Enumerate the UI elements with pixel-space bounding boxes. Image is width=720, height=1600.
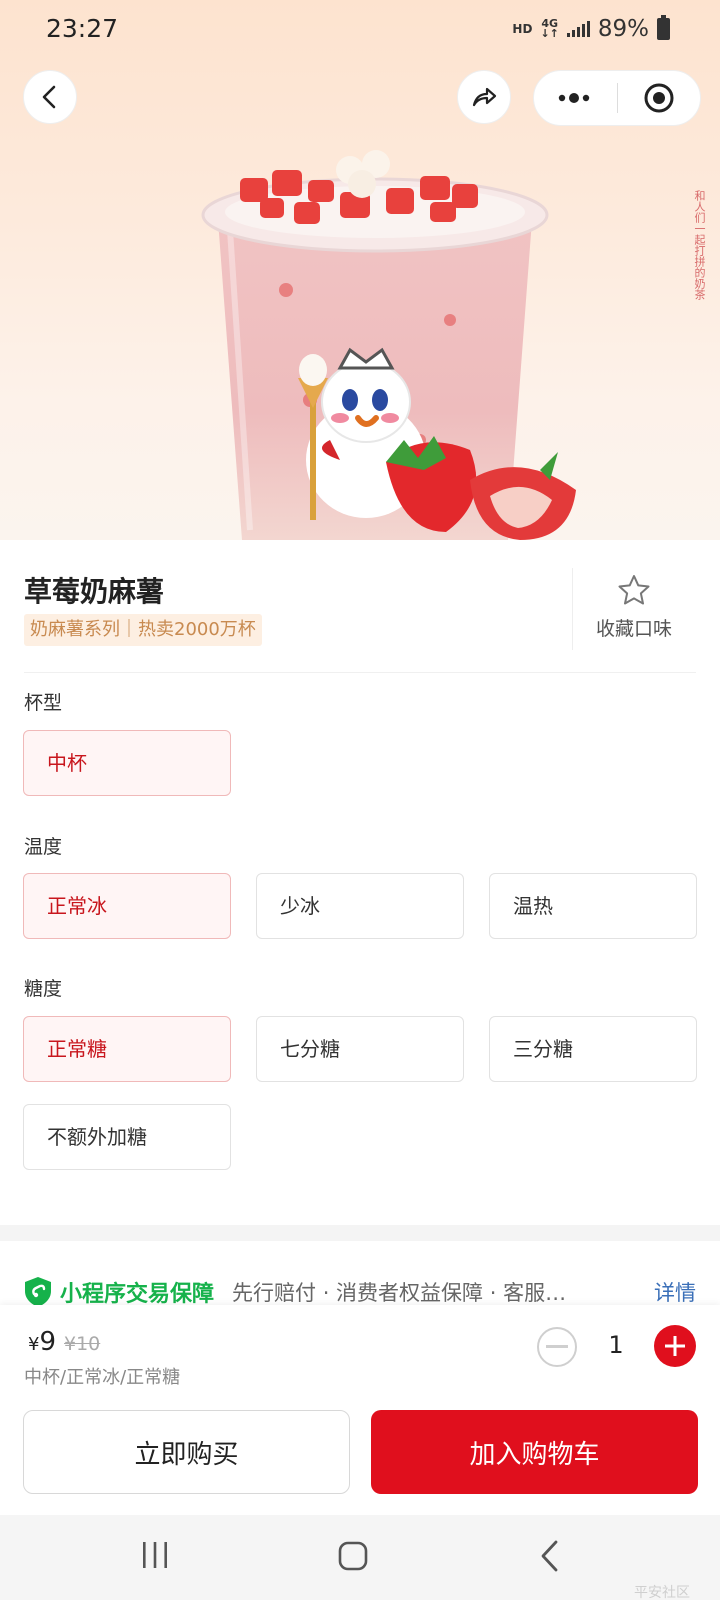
add-to-cart-button[interactable]: 加入购物车 xyxy=(371,1410,698,1494)
minus-icon xyxy=(546,1345,568,1348)
sugar-option-no-extra[interactable]: 不额外加糖 xyxy=(23,1104,231,1170)
buy-now-button[interactable]: 立即购买 xyxy=(23,1410,350,1494)
back-nav-icon[interactable] xyxy=(538,1540,562,1572)
chevron-left-icon xyxy=(42,85,56,109)
quantity-value: 1 xyxy=(608,1331,624,1359)
guarantee-description: 先行赔付 · 消费者权益保障 · 客服… xyxy=(232,1281,567,1305)
more-button[interactable] xyxy=(534,71,617,125)
network-indicator: 4G ↓↑ xyxy=(540,17,559,40)
cup-size-label: 杯型 xyxy=(24,692,63,714)
decrease-quantity-button[interactable] xyxy=(537,1327,577,1367)
favorite-label: 收藏口味 xyxy=(595,618,672,640)
share-icon xyxy=(472,87,497,107)
temp-option-normal-ice[interactable]: 正常冰 xyxy=(23,873,231,939)
miniprogram-capsule xyxy=(533,70,701,126)
battery-percent: 89% xyxy=(597,16,649,42)
share-button[interactable] xyxy=(457,70,511,124)
recent-apps-icon[interactable] xyxy=(140,1540,170,1570)
back-button[interactable] xyxy=(23,70,77,124)
shield-icon xyxy=(25,1277,51,1307)
watermark: 平安社区 xyxy=(634,1585,690,1600)
sugar-label: 糖度 xyxy=(24,978,63,1000)
favorite-divider xyxy=(572,568,573,650)
guarantee-name: 小程序交易保障 xyxy=(60,1282,215,1307)
product-series-tag: 奶麻薯系列｜热卖2000万杯 xyxy=(24,614,262,646)
product-detail-page: 23:27 HD 4G ↓↑ 89% 和人们一起打拼的奶茶 草莓奶麻薯 奶麻薯系… xyxy=(0,0,720,1600)
star-icon xyxy=(618,575,650,605)
plus-icon xyxy=(665,1336,685,1356)
product-name: 草莓奶麻薯 xyxy=(24,575,165,608)
temperature-label: 温度 xyxy=(24,836,63,858)
system-indicators: HD 4G ↓↑ 89% xyxy=(512,15,670,42)
more-dots-icon xyxy=(559,93,590,103)
currency-symbol: ¥ xyxy=(28,1334,40,1355)
system-nav-bar xyxy=(0,1515,720,1600)
sugar-option-70[interactable]: 七分糖 xyxy=(256,1016,464,1082)
original-price: ¥10 xyxy=(64,1333,101,1355)
home-icon[interactable] xyxy=(337,1540,369,1572)
checkout-bar: ¥ 9 ¥10 中杯/正常冰/正常糖 1 立即购买 加入购物车 xyxy=(0,1305,720,1515)
selected-spec-summary: 中杯/正常冰/正常糖 xyxy=(24,1367,181,1388)
close-miniprogram-button[interactable] xyxy=(618,71,701,125)
section-separator xyxy=(0,1225,720,1241)
temp-option-warm[interactable]: 温热 xyxy=(489,873,697,939)
clock: 23:27 xyxy=(46,14,119,43)
hd-indicator: HD xyxy=(512,22,533,36)
hero-side-text: 和人们一起打拼的奶茶 xyxy=(693,190,706,300)
price: ¥ 9 ¥10 xyxy=(28,1327,100,1357)
status-bar: 23:27 HD 4G ↓↑ 89% xyxy=(0,0,720,60)
current-price: 9 xyxy=(39,1327,56,1357)
product-hero: 23:27 HD 4G ↓↑ 89% 和人们一起打拼的奶茶 xyxy=(0,0,720,540)
product-image xyxy=(201,150,576,540)
cup-option-medium[interactable]: 中杯 xyxy=(23,730,231,796)
signal-icon xyxy=(566,21,590,37)
temp-option-less-ice[interactable]: 少冰 xyxy=(256,873,464,939)
increase-quantity-button[interactable] xyxy=(654,1325,696,1367)
sugar-option-normal[interactable]: 正常糖 xyxy=(23,1016,231,1082)
guarantee-detail-link[interactable]: 详情 xyxy=(654,1277,696,1307)
favorite-button[interactable]: 收藏口味 xyxy=(584,574,684,641)
target-icon xyxy=(644,83,674,113)
sugar-option-30[interactable]: 三分糖 xyxy=(489,1016,697,1082)
battery-icon xyxy=(657,15,670,40)
divider xyxy=(24,672,696,673)
